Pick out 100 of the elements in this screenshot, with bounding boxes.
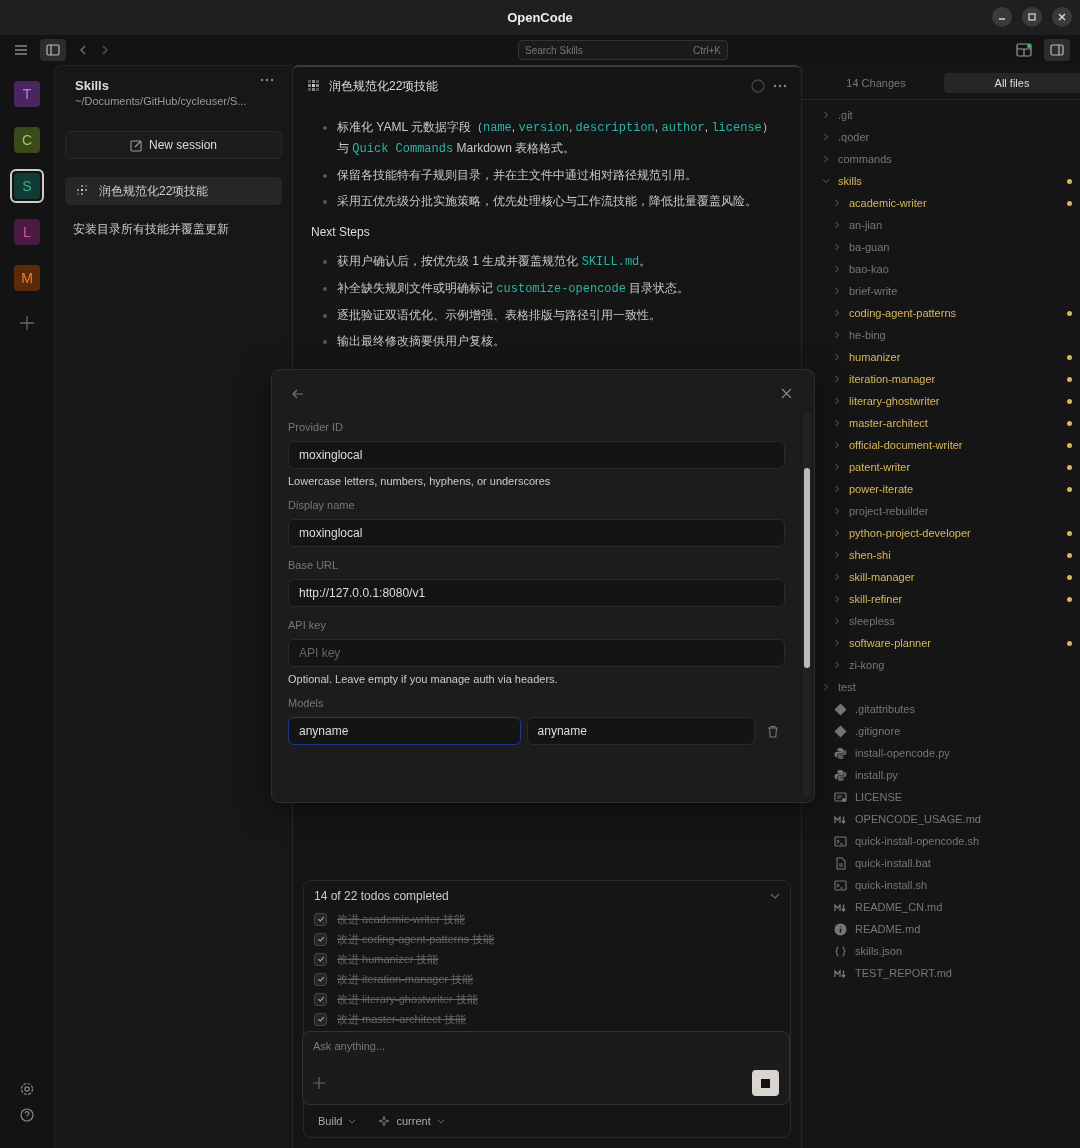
- folder-item[interactable]: humanizer: [802, 346, 1080, 368]
- checkbox[interactable]: [314, 912, 327, 926]
- file-item[interactable]: README_CN.md: [802, 896, 1080, 918]
- folder-item[interactable]: ba-guan: [802, 236, 1080, 258]
- todo-text: 改进 academic-writer 技能: [337, 911, 465, 927]
- file-item[interactable]: quick-install.sh: [802, 874, 1080, 896]
- folder-item[interactable]: python-project-developer: [802, 522, 1080, 544]
- file-item[interactable]: .gitattributes: [802, 698, 1080, 720]
- folder-item[interactable]: shen-shi: [802, 544, 1080, 566]
- modified-dot-icon: [1067, 596, 1072, 602]
- checkmark-icon: [316, 995, 325, 1003]
- folder-item[interactable]: coding-agent-patterns: [802, 302, 1080, 324]
- folder-item[interactable]: skill-manager: [802, 566, 1080, 588]
- folder-item[interactable]: sleepless: [802, 610, 1080, 632]
- modified-dot-icon: [1067, 200, 1072, 206]
- sidebar-icon: [1050, 44, 1064, 56]
- sidebar-toggle-button[interactable]: [40, 39, 66, 61]
- folder-item[interactable]: he-bing: [802, 324, 1080, 346]
- folder-item[interactable]: zi-kong: [802, 654, 1080, 676]
- settings-icon[interactable]: [20, 1082, 34, 1096]
- folder-item[interactable]: test: [802, 676, 1080, 698]
- folder-item[interactable]: software-planner: [802, 632, 1080, 654]
- bullet-text: 采用五优先级分批实施策略，优先处理核心与工作流技能，降低批量覆盖风险。: [337, 193, 757, 210]
- folder-item[interactable]: an-jian: [802, 214, 1080, 236]
- text-field[interactable]: moxinglocal: [288, 519, 785, 547]
- file-item[interactable]: README.md: [802, 918, 1080, 940]
- session-title: 润色规范化22项技能: [329, 77, 439, 95]
- checkbox[interactable]: [314, 1012, 327, 1026]
- caret-icon: [436, 1118, 445, 1124]
- text-field[interactable]: moxinglocal: [288, 441, 785, 469]
- file-item[interactable]: skills.json: [802, 940, 1080, 962]
- folder-item[interactable]: project-rebuilder: [802, 500, 1080, 522]
- stop-icon: [761, 1078, 770, 1088]
- scrollbar[interactable]: [803, 413, 811, 796]
- folder-item[interactable]: commands: [802, 148, 1080, 170]
- chevron-down-icon[interactable]: [770, 893, 780, 899]
- modified-dot-icon: [1067, 354, 1072, 360]
- file-item[interactable]: TEST_REPORT.md: [802, 962, 1080, 984]
- stop-button[interactable]: [752, 1070, 779, 1096]
- close-icon: [1057, 12, 1067, 22]
- folder-item[interactable]: master-architect: [802, 412, 1080, 434]
- prompt-field[interactable]: Ask anything...: [302, 1031, 790, 1105]
- session-item[interactable]: 安装目录所有技能并覆盖更新: [65, 215, 282, 243]
- trash-icon[interactable]: [767, 724, 779, 738]
- text-field[interactable]: API key: [288, 639, 785, 667]
- checkbox[interactable]: [314, 992, 327, 1006]
- session-item[interactable]: 润色规范化22项技能: [65, 177, 282, 205]
- folder-item[interactable]: skills: [802, 170, 1080, 192]
- checkbox[interactable]: [314, 972, 327, 986]
- panel-tab[interactable]: 14 Changes: [808, 73, 944, 93]
- checkbox[interactable]: [314, 932, 327, 946]
- folder-item[interactable]: brief-write: [802, 280, 1080, 302]
- new-session-button[interactable]: New session: [65, 131, 282, 159]
- loading-grid-icon: [307, 79, 321, 93]
- file-item[interactable]: LICENSE: [802, 786, 1080, 808]
- right-panel-toggle-button[interactable]: [1044, 39, 1070, 61]
- bullet-icon: [323, 260, 327, 264]
- folder-item[interactable]: .qoder: [802, 126, 1080, 148]
- panel-tab[interactable]: All files: [944, 73, 1080, 93]
- folder-item[interactable]: .git: [802, 104, 1080, 126]
- text-field[interactable]: http://127.0.0.1:8080/v1: [288, 579, 785, 607]
- file-item[interactable]: quick-install-opencode.sh: [802, 830, 1080, 852]
- model-field[interactable]: anyname: [526, 717, 755, 745]
- project-title: Skills: [75, 78, 110, 93]
- folder-item[interactable]: official-document-writer: [802, 434, 1080, 456]
- more-icon[interactable]: [260, 78, 274, 82]
- maximize-button[interactable]: [1022, 7, 1042, 27]
- model-dropdown[interactable]: current: [374, 1113, 449, 1129]
- folder-item[interactable]: power-iterate: [802, 478, 1080, 500]
- folder-item[interactable]: iteration-manager: [802, 368, 1080, 390]
- minimize-button[interactable]: [992, 7, 1012, 27]
- file-item[interactable]: .gitignore: [802, 720, 1080, 742]
- bullet-icon: [323, 174, 327, 178]
- model-field[interactable]: anyname: [288, 717, 521, 745]
- menu-icon[interactable]: [14, 44, 28, 56]
- checkbox[interactable]: [314, 952, 327, 966]
- folder-item[interactable]: academic-writer: [802, 192, 1080, 214]
- close-button[interactable]: [1052, 7, 1072, 27]
- more-icon[interactable]: [773, 84, 787, 88]
- checkmark-icon: [316, 935, 325, 943]
- help-icon[interactable]: [20, 1108, 34, 1122]
- file-item[interactable]: install.py: [802, 764, 1080, 786]
- panel-layout-icon[interactable]: [1016, 43, 1032, 57]
- modified-dot-icon: [1067, 574, 1072, 580]
- edit-icon: [130, 138, 143, 152]
- prompt-placeholder: Ask anything...: [313, 1040, 387, 1052]
- file-item[interactable]: OPENCODE_USAGE.md: [802, 808, 1080, 830]
- folder-item[interactable]: patent-writer: [802, 456, 1080, 478]
- modified-dot-icon: [1067, 640, 1072, 646]
- back-arrow-icon[interactable]: [292, 388, 304, 399]
- file-item[interactable]: quick-install.bat: [802, 852, 1080, 874]
- folder-item[interactable]: bao-kao: [802, 258, 1080, 280]
- close-icon[interactable]: [781, 388, 792, 399]
- todo-text: 改进 coding-agent-patterns 技能: [337, 931, 495, 947]
- field-hint: Lowercase letters, numbers, hyphens, or underscores: [288, 475, 552, 487]
- agent-dropdown[interactable]: Build: [314, 1113, 361, 1129]
- folder-item[interactable]: skill-refiner: [802, 588, 1080, 610]
- search-field[interactable]: Search Skills Ctrl+K: [518, 40, 728, 60]
- folder-item[interactable]: literary-ghostwriter: [802, 390, 1080, 412]
- file-item[interactable]: install-opencode.py: [802, 742, 1080, 764]
